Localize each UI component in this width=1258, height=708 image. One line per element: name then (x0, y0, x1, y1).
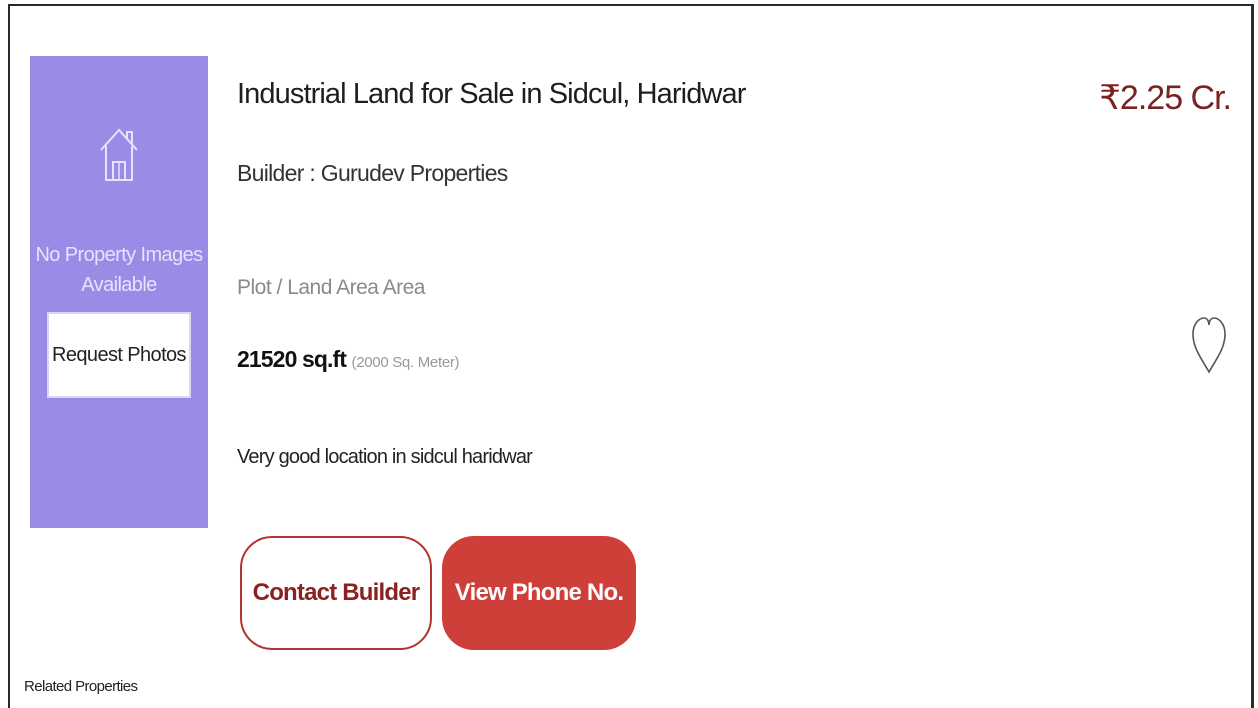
property-price: ₹2.25 Cr. (1099, 79, 1232, 117)
area-sqft: 21520 sq.ft (237, 346, 347, 372)
property-description: Very good location in sidcul haridwar (237, 446, 533, 468)
contact-builder-button[interactable]: Contact Builder (240, 536, 432, 650)
no-images-line-2: Available (81, 274, 157, 296)
house-icon (100, 128, 138, 181)
area-sqmeter: (2000 Sq. Meter) (351, 354, 460, 371)
property-image-placeholder: No Property Images Available Request Pho… (30, 56, 208, 528)
heart-outline-icon[interactable] (1191, 314, 1227, 374)
view-phone-button[interactable]: View Phone No. (442, 536, 636, 650)
related-properties-heading: Related Properties (24, 678, 138, 695)
property-card: No Property Images Available Request Pho… (8, 4, 1254, 708)
builder-name: Builder : Gurudev Properties (237, 160, 508, 186)
no-images-line-1: No Property Images (35, 244, 203, 266)
area-label: Plot / Land Area Area (237, 276, 425, 299)
no-images-text: No Property Images Available (34, 240, 204, 300)
property-title[interactable]: Industrial Land for Sale in Sidcul, Hari… (237, 78, 746, 111)
request-photos-button[interactable]: Request Photos (47, 312, 191, 398)
area-value: 21520 sq.ft (2000 Sq. Meter) (237, 346, 460, 373)
